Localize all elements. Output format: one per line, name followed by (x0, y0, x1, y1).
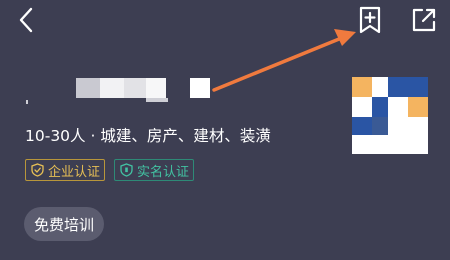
bookmark-add-icon (359, 6, 381, 34)
enterprise-certified-badge: 企业认证 (25, 159, 105, 181)
company-logo (352, 77, 428, 154)
enterprise-certified-label: 企业认证 (48, 164, 101, 180)
bookmark-button[interactable] (357, 6, 383, 34)
company-description: 10-30人 · 城建、房产、建材、装潢 (25, 127, 271, 145)
realname-certified-badge: 实名认证 (114, 159, 194, 181)
realname-certified-label: 实名认证 (137, 164, 190, 180)
chevron-left-icon (19, 7, 33, 33)
shield-person-icon (120, 163, 133, 177)
back-button[interactable] (14, 6, 40, 34)
share-button[interactable] (410, 6, 438, 34)
shield-check-icon (31, 163, 44, 177)
free-training-button[interactable]: 免费培训 (24, 207, 104, 241)
share-external-icon (412, 8, 436, 32)
company-name-redacted (26, 78, 210, 104)
